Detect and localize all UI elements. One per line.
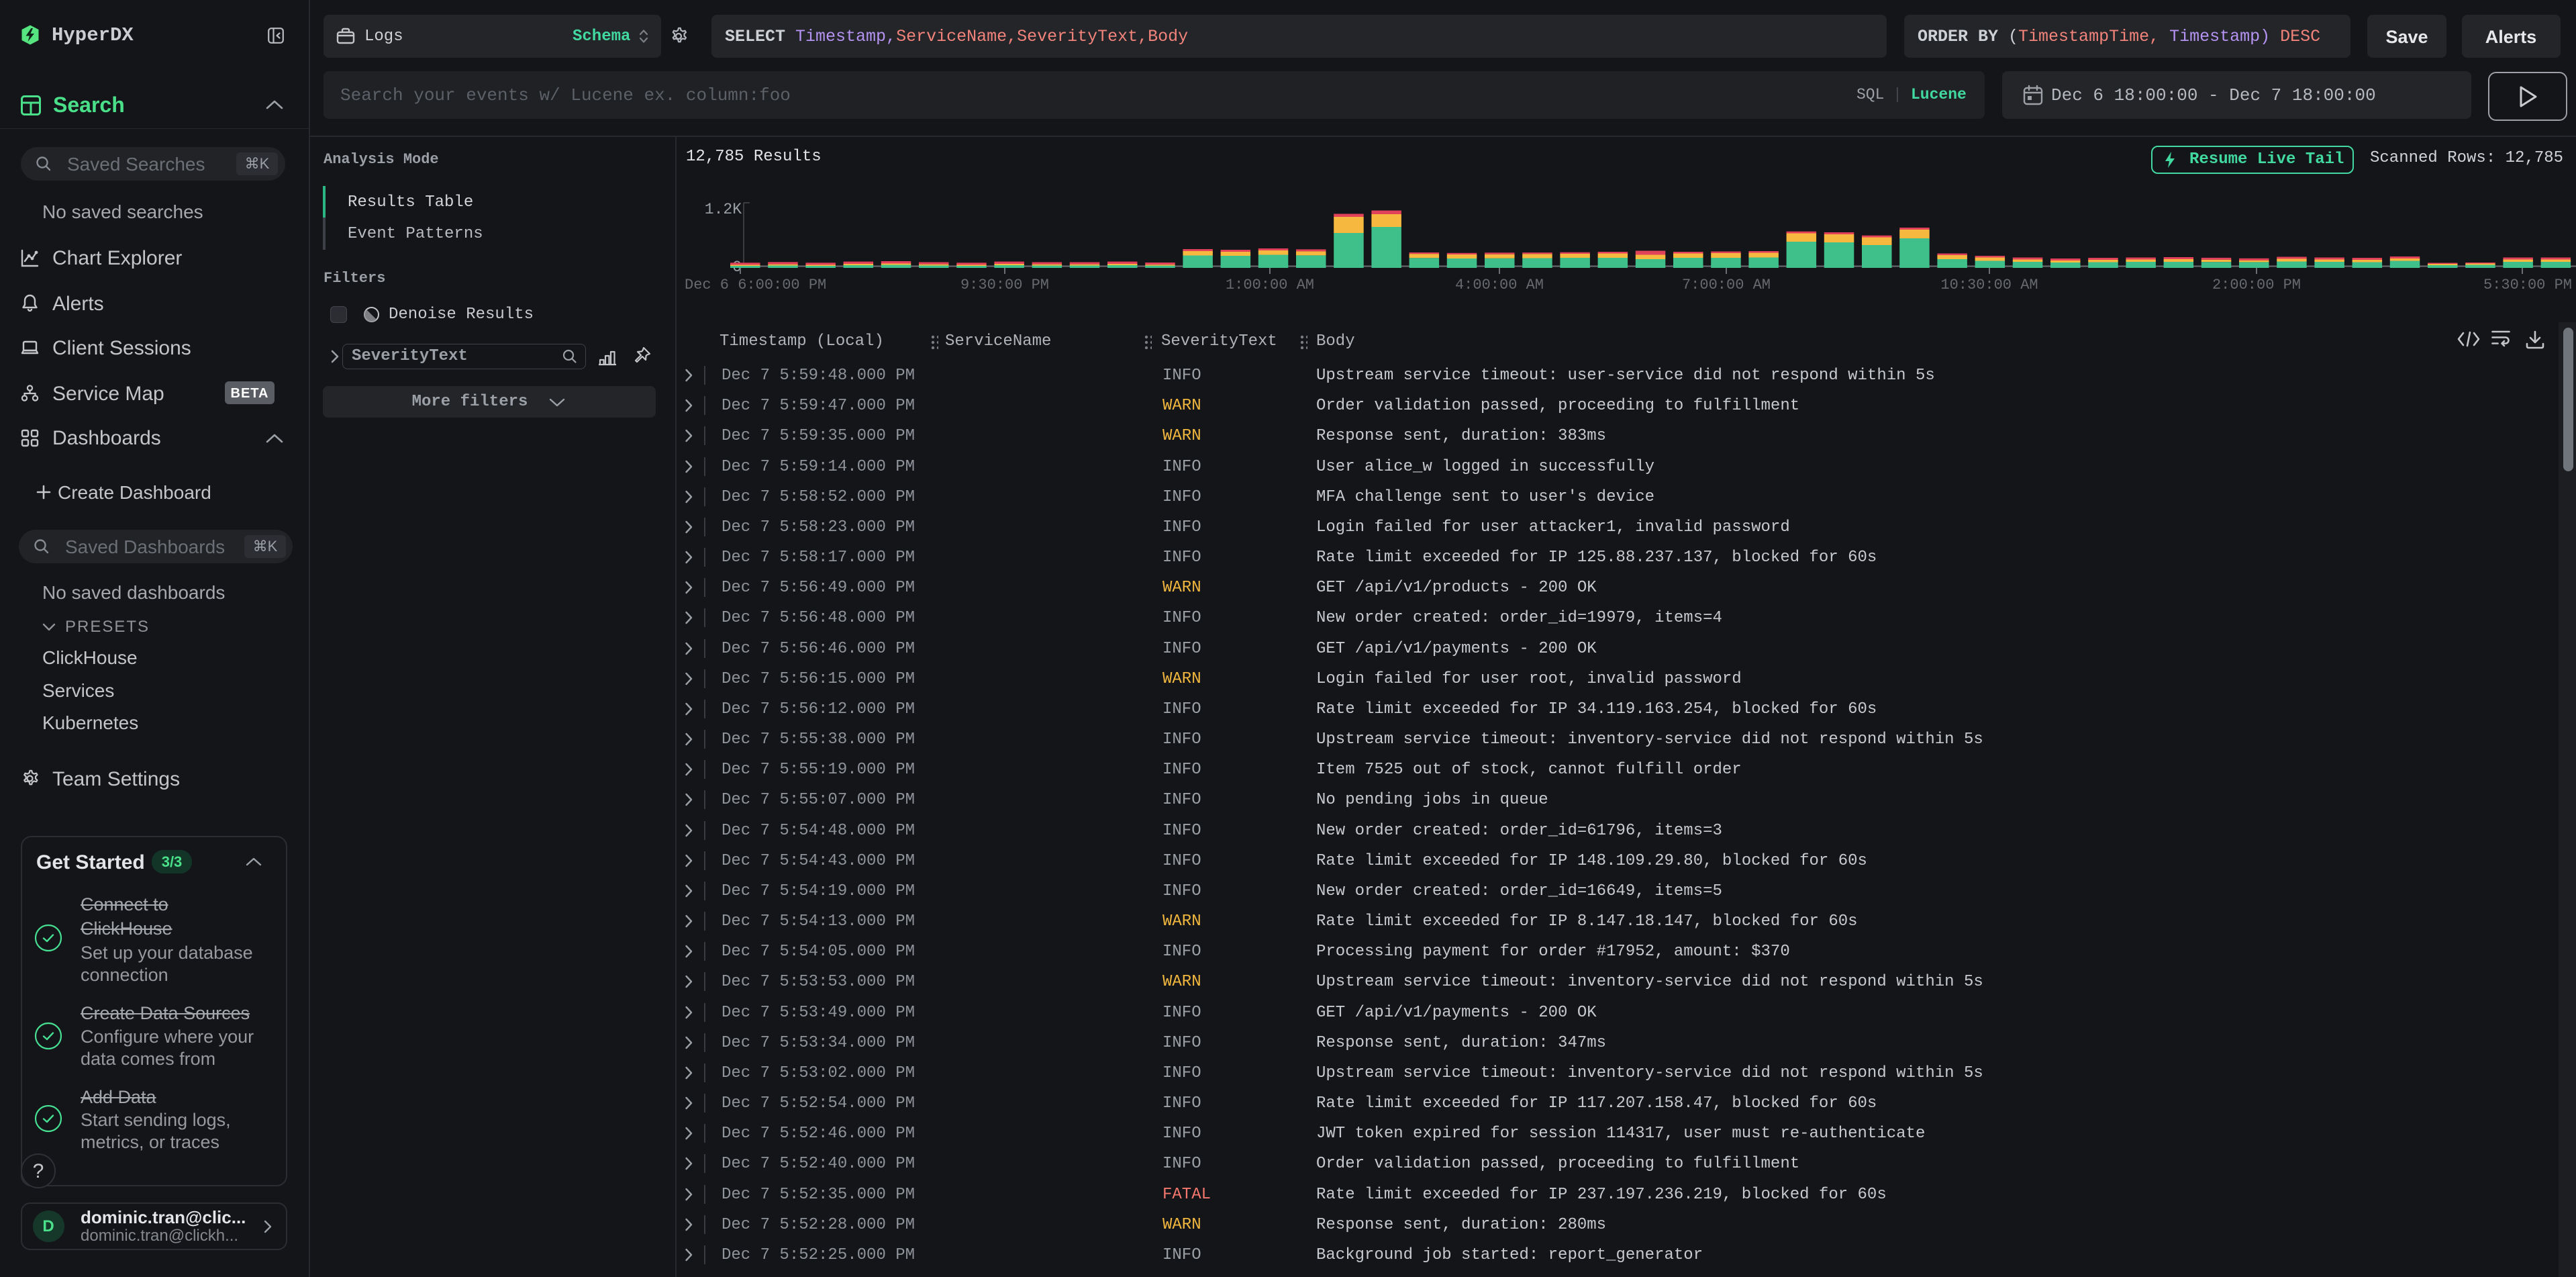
svg-text:4:00:00 AM: 4:00:00 AM	[1455, 277, 1544, 293]
svg-text:1:00:00 AM: 1:00:00 AM	[1226, 277, 1314, 293]
svg-text:5:30:00 PM: 5:30:00 PM	[2483, 277, 2572, 293]
svg-text:Dec 6 6:00:00 PM: Dec 6 6:00:00 PM	[685, 277, 826, 293]
svg-text:1.2K: 1.2K	[705, 201, 742, 218]
svg-text:9:30:00 PM: 9:30:00 PM	[960, 277, 1049, 293]
svg-text:10:30:00 AM: 10:30:00 AM	[1940, 277, 2038, 293]
svg-text:7:00:00 AM: 7:00:00 AM	[1682, 277, 1771, 293]
svg-text:2:00:00 PM: 2:00:00 PM	[2212, 277, 2301, 293]
